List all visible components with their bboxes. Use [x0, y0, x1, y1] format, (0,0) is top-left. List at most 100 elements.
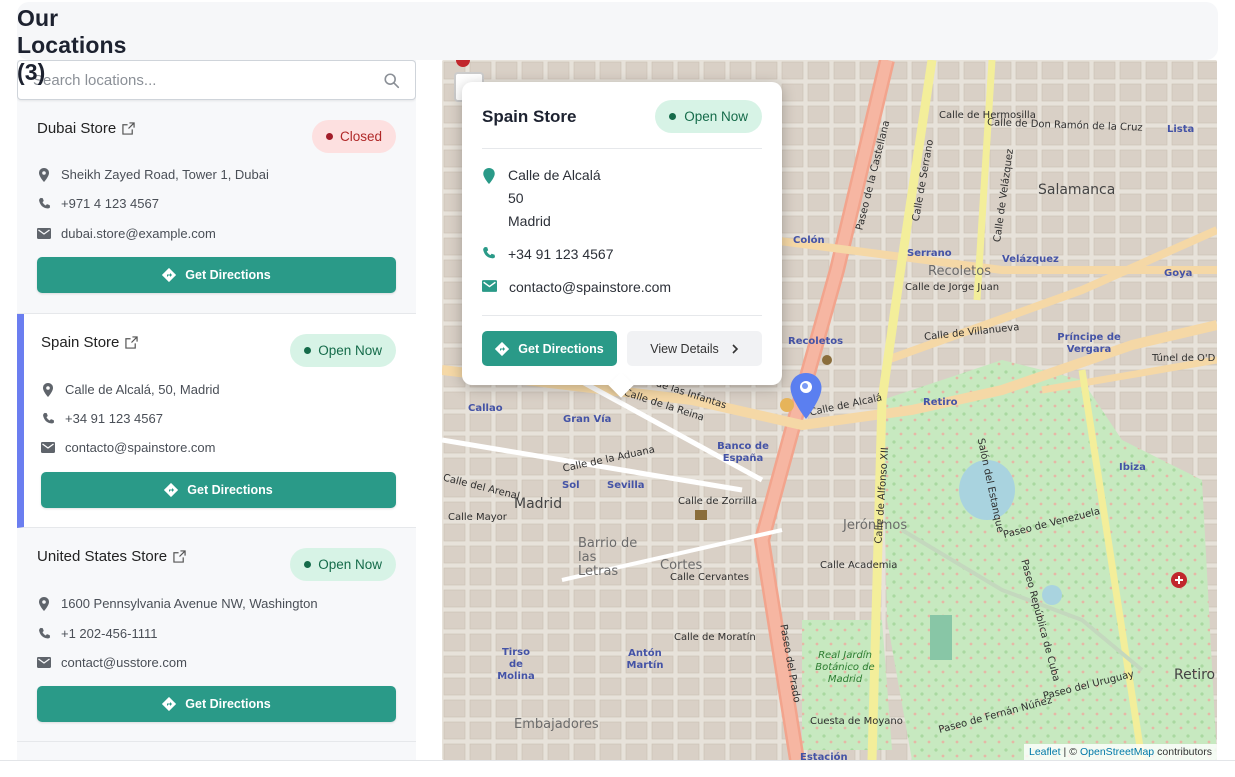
phone-text[interactable]: +1 202-456-1111	[61, 626, 158, 641]
address-text: Sheikh Zayed Road, Tower 1, Dubai	[61, 167, 269, 182]
directions-icon	[164, 483, 179, 497]
popup-status-badge: Open Now	[655, 100, 762, 133]
metro-label: Estación	[800, 752, 848, 760]
directions-icon	[162, 268, 177, 282]
email-row: dubai.store@example.com	[37, 226, 216, 241]
chevron-right-icon	[732, 343, 738, 354]
map-label: Madrid	[514, 496, 563, 512]
popup-title: Spain Store	[482, 107, 577, 126]
metro-label: Velázquez	[1002, 254, 1059, 265]
metro-label: Sevilla	[607, 480, 645, 491]
metro-label: Retiro	[923, 397, 958, 408]
location-name[interactable]: Spain Store	[41, 334, 139, 351]
popup-get-directions-button[interactable]: Get Directions	[482, 331, 617, 366]
phone-icon	[37, 197, 51, 211]
metro-label: Goya	[1164, 268, 1193, 279]
metro-label: Ibiza	[1119, 462, 1146, 473]
osm-link[interactable]: OpenStreetMap	[1080, 746, 1154, 758]
map-marker-icon[interactable]	[789, 373, 823, 419]
map-attribution: Leaflet | © OpenStreetMap contributors	[1023, 744, 1217, 760]
location-name[interactable]: Dubai Store	[37, 120, 135, 137]
phone-text[interactable]: +971 4 123 4567	[61, 196, 159, 211]
status-badge: Closed	[311, 120, 396, 153]
address-row: 1600 Pennsylvania Avenue NW, Washington	[37, 596, 318, 611]
street-label: Calle de Jorge Juan	[905, 282, 1000, 293]
phone-icon	[41, 412, 55, 426]
email-text[interactable]: contact@usstore.com	[61, 655, 187, 670]
phone-row: +971 4 123 4567	[37, 196, 159, 211]
popup-divider	[482, 315, 762, 316]
map-label: Barrio de las Letras	[578, 536, 638, 579]
attribution-separator: |	[1063, 746, 1067, 758]
status-badge: Open Now	[290, 548, 396, 581]
location-card-spain[interactable]: Spain Store Open Now Calle de Alcalá, 50…	[17, 314, 416, 528]
mail-icon	[41, 441, 55, 455]
metro-label: Príncipe de Vergara	[1057, 332, 1121, 355]
map-label: Recoletos	[928, 264, 991, 279]
metro-label: Lista	[1167, 124, 1195, 135]
locations-sidebar: Dubai Store Closed Sheikh Zayed Road, To…	[17, 60, 416, 777]
metro-label: Banco de España	[717, 441, 769, 464]
map-label: Cortes	[660, 558, 703, 573]
status-dot	[304, 561, 312, 568]
status-text: Closed	[339, 129, 382, 144]
get-directions-label: Get Directions	[185, 697, 271, 711]
metro-label: Serrano	[907, 248, 952, 259]
status-dot	[669, 113, 677, 120]
search-icon[interactable]	[383, 72, 401, 90]
bottom-edge	[0, 760, 1235, 777]
map-label: Retiro	[1174, 667, 1216, 683]
external-link-icon[interactable]	[173, 550, 186, 563]
leaflet-link[interactable]: Leaflet	[1029, 746, 1061, 758]
address-text: 1600 Pennsylvania Avenue NW, Washington	[61, 596, 318, 611]
location-name[interactable]: United States Store	[37, 548, 186, 565]
location-pin-icon	[37, 596, 51, 611]
street-label: Calle Mayor	[448, 512, 507, 523]
status-text: Open Now	[318, 343, 382, 358]
metro-label: Tirso de Molina	[497, 647, 535, 682]
popup-email[interactable]: contacto@spainstore.com	[509, 279, 671, 295]
location-card-united-states[interactable]: United States Store Open Now 1600 Pennsy…	[17, 528, 416, 742]
metro-label: Recoletos	[788, 336, 844, 347]
location-name-text: United States Store	[37, 548, 168, 565]
view-details-button[interactable]: View Details	[627, 331, 762, 366]
map-view[interactable]: Salamanca Recoletos Madrid Jerónimos Cor…	[442, 60, 1217, 760]
phone-icon	[37, 627, 51, 641]
address-row: Calle de Alcalá, 50, Madrid	[41, 382, 220, 397]
map-label: Real Jardín Botánico de Madrid	[815, 650, 875, 685]
phone-row: +34 91 123 4567	[41, 411, 163, 426]
mail-icon	[482, 279, 497, 295]
get-directions-label: Get Directions	[518, 341, 604, 356]
map-label: Embajadores	[514, 717, 599, 732]
street-label: Túnel de O'D	[1152, 353, 1216, 364]
get-directions-button[interactable]: Get Directions	[37, 257, 396, 293]
location-card-dubai[interactable]: Dubai Store Closed Sheikh Zayed Road, To…	[17, 100, 416, 314]
location-name-text: Spain Store	[41, 334, 120, 351]
street-label: Calle de Zorrilla	[678, 496, 758, 507]
location-name-text: Dubai Store	[37, 120, 117, 137]
external-link-icon[interactable]	[125, 336, 139, 349]
phone-text[interactable]: +34 91 123 4567	[65, 411, 163, 426]
header-background	[17, 2, 1218, 60]
mail-icon	[37, 656, 51, 670]
get-directions-label: Get Directions	[187, 483, 273, 497]
popup-phone[interactable]: +34 91 123 4567	[508, 246, 614, 263]
status-text: Open Now	[318, 557, 382, 572]
location-popup: Spain Store Open Now Calle de Alcalá 50 …	[462, 82, 782, 398]
popup-phone-row: +34 91 123 4567	[482, 246, 614, 263]
email-text[interactable]: contacto@spainstore.com	[65, 440, 216, 455]
external-link-icon[interactable]	[122, 122, 135, 135]
email-text[interactable]: dubai.store@example.com	[61, 226, 216, 241]
get-directions-button[interactable]: Get Directions	[37, 686, 396, 722]
street-label: Calle de Moratín	[674, 632, 756, 643]
mail-icon	[37, 227, 51, 241]
attribution-suffix: contributors	[1157, 746, 1212, 758]
address-line: Madrid	[508, 213, 551, 229]
get-directions-button[interactable]: Get Directions	[41, 472, 396, 508]
status-dot	[325, 133, 333, 140]
page-title: Our Locations (3)	[17, 5, 127, 85]
map-label: Salamanca	[1038, 182, 1116, 198]
address-line: Calle de Alcalá	[508, 167, 601, 183]
metro-label: Antón Martín	[626, 648, 664, 671]
metro-label: Colón	[793, 235, 825, 246]
